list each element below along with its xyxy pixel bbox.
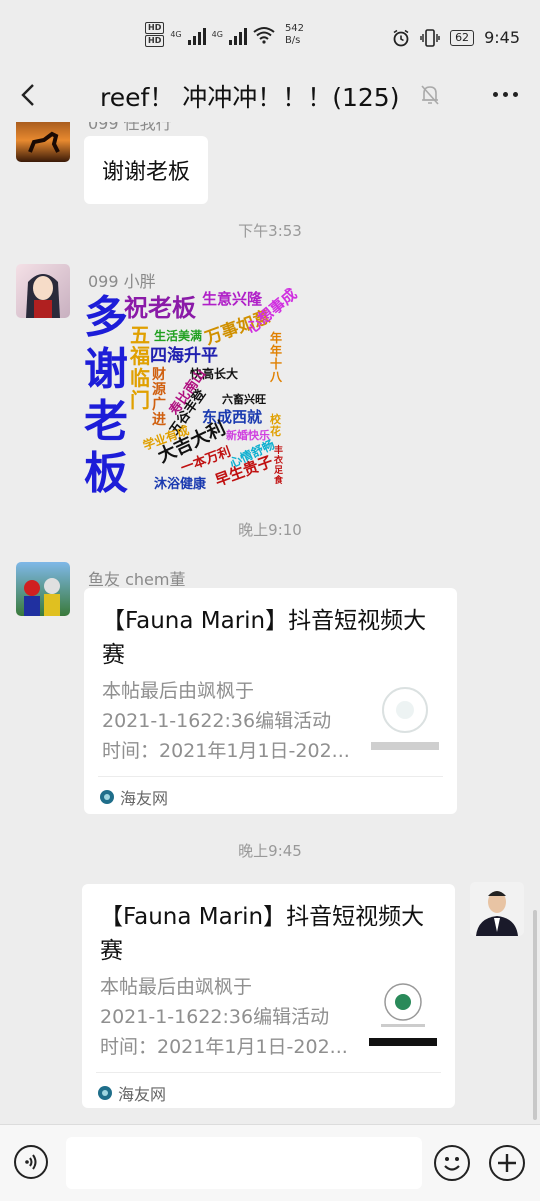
anime-girl-avatar-icon <box>26 274 60 318</box>
card-description: 本帖最后由飒枫于 2021-1-1622:36编辑活动 时间：2021年1月1日… <box>102 676 364 766</box>
net-speed-value: 542 <box>284 22 305 34</box>
wifi-icon <box>253 26 275 44</box>
avatar[interactable] <box>16 264 70 318</box>
card-source: 海友网 <box>98 1081 166 1105</box>
sticker-word: 校花 <box>270 413 281 438</box>
sender-name: 鱼友 chem董 <box>88 570 186 589</box>
network-label-2: 4G <box>211 30 223 39</box>
sticker-word: 六畜兴旺 <box>222 393 266 406</box>
card-desc-line: 本帖最后由飒枫于 <box>100 976 253 998</box>
sticker-word: 门 <box>130 388 150 412</box>
message-input[interactable] <box>66 1137 422 1189</box>
source-logo-icon <box>100 790 114 804</box>
hd-badge-1: HD <box>145 22 165 34</box>
sticker-word: 祝老板 <box>124 294 196 322</box>
status-left: HD HD 4G 4G 542 B/s <box>145 22 304 47</box>
mute-bell-icon <box>421 85 439 105</box>
horse-silhouette-icon <box>28 131 60 153</box>
card-desc-line: 2021-1-1622:36编辑活动 <box>100 1006 330 1028</box>
sticker-word: 多 <box>84 292 128 343</box>
message-text: 谢谢老板 <box>102 160 191 185</box>
sender-name: 099 任我行 <box>88 122 172 133</box>
emoji-icon[interactable] <box>434 1145 470 1181</box>
chat-title: reef！ 冲冲冲！！！(125) <box>100 83 400 112</box>
status-time: 9:45 <box>484 28 520 47</box>
card-divider <box>98 776 443 777</box>
plus-icon[interactable] <box>489 1145 525 1181</box>
card-title: 【Fauna Marin】抖音短视频大赛 <box>100 904 425 964</box>
card-divider <box>96 1072 441 1073</box>
battery-icon: 62 <box>450 29 475 46</box>
card-source: 海友网 <box>100 785 168 809</box>
sticker-word: 四海升平 <box>150 346 218 366</box>
avatar[interactable] <box>470 882 524 936</box>
sticker-word: 五 <box>130 323 150 347</box>
card-desc-line: 2021-1-1622:36编辑活动 <box>102 710 332 732</box>
timestamp: 晚上9:45 <box>238 842 302 860</box>
link-card[interactable]: 【Fauna Marin】抖音短视频大赛 本帖最后由飒枫于 2021-1-162… <box>84 588 457 814</box>
source-logo-icon <box>98 1086 112 1100</box>
hd-badge-2: HD <box>145 35 165 47</box>
status-right: 62 9:45 <box>392 28 520 47</box>
timestamp: 晚上9:10 <box>238 521 302 539</box>
sticker-word: 沐浴健康 <box>154 477 207 492</box>
group-photo-avatar-icon <box>24 578 60 616</box>
card-desc-line: 本帖最后由飒枫于 <box>102 680 255 702</box>
card-description: 本帖最后由飒枫于 2021-1-1622:36编辑活动 时间：2021年1月1日… <box>100 972 362 1062</box>
user-photo-avatar-icon <box>476 891 518 936</box>
sticker-word: 福 <box>130 344 150 368</box>
sticker-word: 板 <box>84 448 128 499</box>
chat-area[interactable]: 099 任我行 谢谢老板 下午3:53 099 小胖 多 谢 老 板 祝老板 生… <box>0 122 540 1124</box>
sticker-word: 谢 <box>84 344 128 395</box>
link-card[interactable]: 【Fauna Marin】抖音短视频大赛 本帖最后由飒枫于 2021-1-162… <box>82 884 455 1108</box>
avatar[interactable] <box>16 122 70 162</box>
sticker-word: 临 <box>130 366 150 390</box>
card-source-name: 海友网 <box>118 1085 167 1104</box>
sticker-word: 丰衣足食 <box>274 446 284 486</box>
card-thumbnail <box>369 983 437 1046</box>
net-speed-unit: B/s <box>284 34 301 46</box>
sticker-word: 新婚快乐 <box>226 429 270 442</box>
card-title: 【Fauna Marin】抖音短视频大赛 <box>102 608 427 668</box>
input-bar <box>0 1124 540 1201</box>
sticker-word: 老 <box>84 396 128 447</box>
chat-header: reef！ 冲冲冲！！！(125) <box>0 70 540 122</box>
card-thumbnail <box>371 687 439 750</box>
timestamp: 下午3:53 <box>238 222 302 240</box>
alarm-icon <box>393 29 409 46</box>
vibrate-icon <box>420 28 440 47</box>
sticker-word: 生活美满 <box>154 329 203 343</box>
status-bar: HD HD 4G 4G 542 B/s 62 9:45 <box>0 0 540 70</box>
message-bubble[interactable]: 谢谢老板 <box>84 136 209 204</box>
sticker-image[interactable]: 多 谢 老 板 祝老板 生意兴隆 五 福 临 门 财源广进 万事如意 心想事成 … <box>82 282 300 500</box>
more-icon[interactable] <box>493 92 518 97</box>
scrollbar[interactable] <box>533 910 537 1120</box>
sticker-word: 年年十八 <box>270 331 283 384</box>
voice-icon[interactable] <box>14 1145 48 1179</box>
net-speed: 542 B/s <box>285 23 304 47</box>
signal-icon <box>228 25 247 45</box>
sticker-word: 生意兴隆 <box>202 290 263 308</box>
network-label-1: 4G <box>170 30 182 39</box>
sticker-word: 财源广进 <box>152 367 166 428</box>
card-source-name: 海友网 <box>120 789 169 808</box>
back-icon[interactable] <box>14 80 44 110</box>
avatar[interactable] <box>16 562 70 616</box>
card-desc-line: 时间：2021年1月1日-202... <box>102 740 350 762</box>
hd-badges: HD HD <box>145 22 165 47</box>
card-desc-line: 时间：2021年1月1日-202... <box>100 1036 348 1058</box>
signal-icon <box>187 25 206 45</box>
